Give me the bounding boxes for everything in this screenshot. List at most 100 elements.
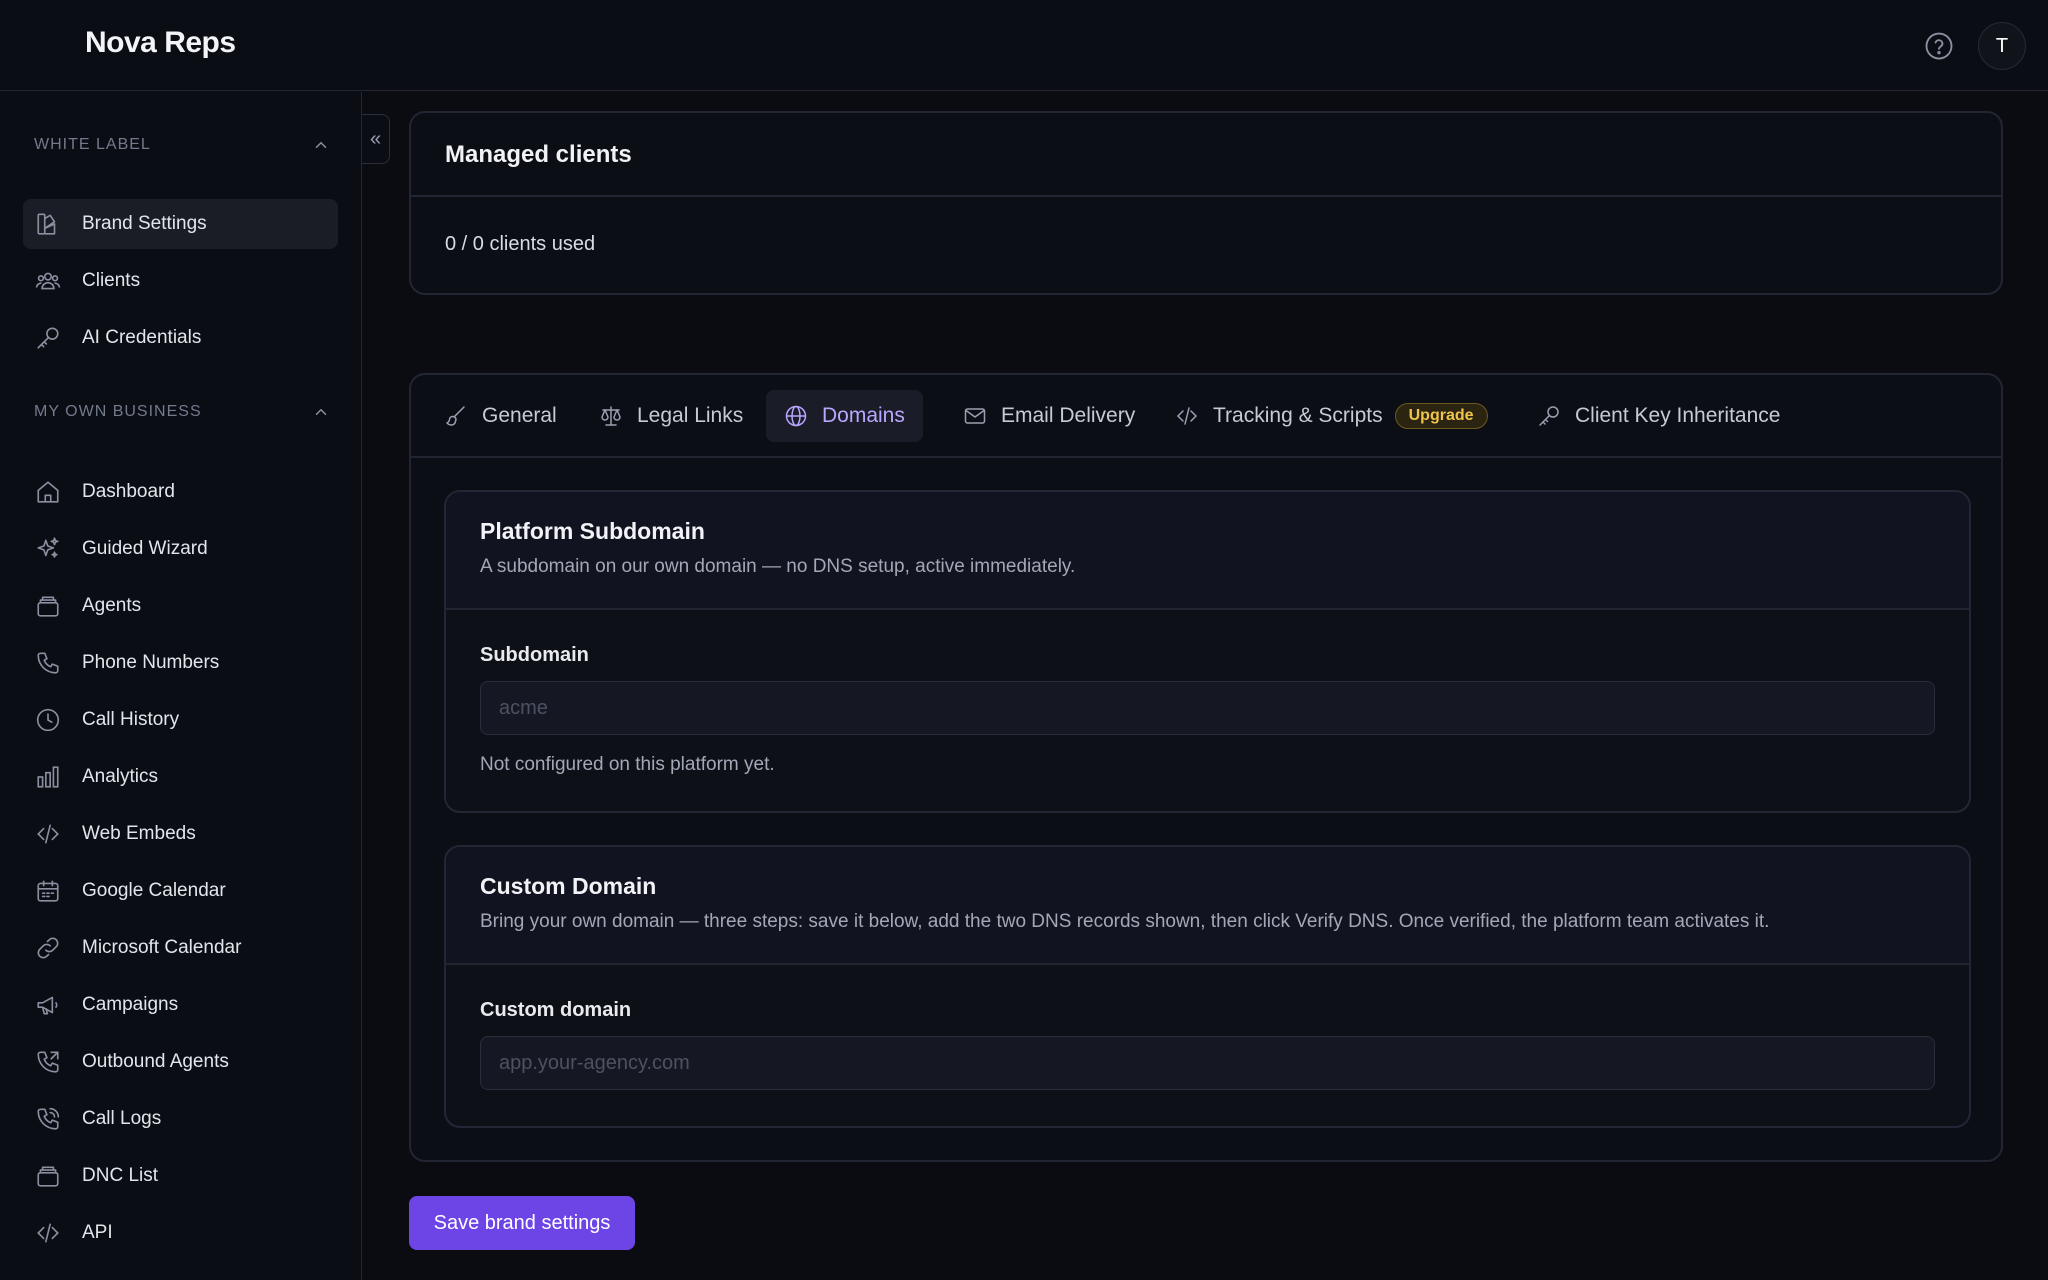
sidebar-item-guided-wizard[interactable]: Guided Wizard <box>23 524 338 574</box>
sidebar-item-label: Outbound Agents <box>82 1051 229 1072</box>
chevron-up-icon <box>315 408 327 415</box>
sidebar-item-label: API <box>82 1222 113 1243</box>
custom-domain-label: Custom domain <box>480 999 632 1021</box>
platform-subdomain-description: A subdomain on our own domain — no DNS s… <box>480 556 1076 577</box>
divider <box>446 608 1969 610</box>
sidebar-item-call-history[interactable]: Call History <box>23 695 338 745</box>
sidebar-item-brand-settings[interactable]: Brand Settings <box>23 199 338 249</box>
tab-label: Tracking & Scripts <box>1213 404 1383 427</box>
collapse-sidebar-button[interactable]: « <box>362 114 390 164</box>
section-header-white-label[interactable]: WHITE LABEL <box>34 130 330 160</box>
avatar[interactable]: T <box>1978 22 2026 70</box>
sidebar-item-web-embeds[interactable]: Web Embeds <box>23 809 338 859</box>
managed-clients-title: Managed clients <box>445 141 632 168</box>
sidebar-item-label: Call Logs <box>82 1108 162 1129</box>
tab-label: Legal Links <box>637 404 744 427</box>
sidebar-item-label: Clients <box>82 270 141 291</box>
users-icon <box>35 268 61 294</box>
custom-domain-description: Bring your own domain — three steps: sav… <box>480 911 1770 932</box>
sidebar-item-clients[interactable]: Clients <box>23 256 338 306</box>
phone-outgoing-icon <box>35 1049 61 1075</box>
home-icon <box>35 479 61 505</box>
app-logo[interactable]: Nova Reps <box>85 26 236 60</box>
subdomain-status-text: Not configured on this platform yet. <box>480 754 775 775</box>
sidebar-item-ai-credentials[interactable]: AI Credentials <box>23 313 338 363</box>
tab-domains[interactable]: Domains <box>766 390 923 442</box>
top-bar: Nova Reps T <box>0 0 2048 91</box>
brand-settings-card: General Legal Links Domains Email Delive… <box>409 373 2003 1162</box>
tab-label: Client Key Inheritance <box>1575 404 1781 427</box>
sidebar-item-label: Google Calendar <box>82 880 226 901</box>
tab-label: General <box>482 404 557 427</box>
divider <box>411 195 2001 197</box>
chevrons-left-icon: « <box>369 127 382 150</box>
tab-email-delivery[interactable]: Email Delivery <box>945 390 1153 442</box>
sidebar-item-label: AI Credentials <box>82 327 202 348</box>
sidebar-item-campaigns[interactable]: Campaigns <box>23 980 338 1030</box>
sidebar-item-label: Call History <box>82 709 180 730</box>
custom-domain-title: Custom Domain <box>480 873 657 899</box>
sparkles-icon <box>35 536 61 562</box>
sidebar-item-call-logs[interactable]: Call Logs <box>23 1094 338 1144</box>
sidebar-item-api[interactable]: API <box>23 1208 338 1258</box>
sidebar-item-label: DNC List <box>82 1165 159 1186</box>
card-header: Custom Domain Bring your own domain — th… <box>446 847 1969 963</box>
tab-general[interactable]: General <box>426 390 575 442</box>
divider <box>411 456 2001 458</box>
brush-icon <box>444 404 468 428</box>
managed-clients-card: Managed clients 0 / 0 clients used <box>409 111 2003 295</box>
upgrade-badge[interactable]: Upgrade <box>1394 403 1488 429</box>
chevron-up-icon <box>315 141 327 148</box>
platform-subdomain-card: Platform Subdomain A subdomain on our ow… <box>444 490 1971 813</box>
sidebar-item-analytics[interactable]: Analytics <box>23 752 338 802</box>
card-header: Platform Subdomain A subdomain on our ow… <box>446 492 1969 608</box>
key-icon <box>1537 404 1561 428</box>
section-title: WHITE LABEL <box>34 136 151 153</box>
clients-usage-text: 0 / 0 clients used <box>445 233 596 255</box>
sidebar-item-label: Web Embeds <box>82 823 196 844</box>
code-icon <box>1175 404 1199 428</box>
sidebar-item-label: Analytics <box>82 766 159 787</box>
sidebar-item-dashboard[interactable]: Dashboard <box>23 467 338 517</box>
tab-legal-links[interactable]: Legal Links <box>581 390 761 442</box>
subdomain-input[interactable] <box>480 681 1935 735</box>
platform-subdomain-title: Platform Subdomain <box>480 518 705 544</box>
tab-label: Domains <box>822 404 905 427</box>
help-icon[interactable] <box>1924 31 1954 61</box>
sidebar-item-agents[interactable]: Agents <box>23 581 338 631</box>
sidebar-item-outbound-agents[interactable]: Outbound Agents <box>23 1037 338 1087</box>
tab-client-key-inheritance[interactable]: Client Key Inheritance <box>1519 390 1798 442</box>
key-icon <box>35 325 61 351</box>
megaphone-icon <box>35 992 61 1018</box>
section-title: MY OWN BUSINESS <box>34 403 202 420</box>
code-icon <box>35 1220 61 1246</box>
calendar-icon <box>35 878 61 904</box>
tab-label: Email Delivery <box>1001 404 1136 427</box>
sidebar-item-label: Phone Numbers <box>82 652 220 673</box>
section-header-my-own-business[interactable]: MY OWN BUSINESS <box>34 397 330 427</box>
tab-tracking-scripts[interactable]: Tracking & Scripts Upgrade <box>1157 390 1506 442</box>
sidebar-item-label: Guided Wizard <box>82 538 208 559</box>
subdomain-label: Subdomain <box>480 644 589 666</box>
custom-domain-card: Custom Domain Bring your own domain — th… <box>444 845 1971 1128</box>
palette-icon <box>35 211 61 237</box>
clock-icon <box>35 707 61 733</box>
sidebar-item-google-calendar[interactable]: Google Calendar <box>23 866 338 916</box>
sidebar-item-microsoft-calendar[interactable]: Microsoft Calendar <box>23 923 338 973</box>
sidebar: WHITE LABEL Brand Settings Clients AI Cr… <box>0 92 362 1280</box>
sidebar-item-phone-numbers[interactable]: Phone Numbers <box>23 638 338 688</box>
phone-log-icon <box>35 1106 61 1132</box>
link-icon <box>35 935 61 961</box>
custom-domain-input[interactable] <box>480 1036 1935 1090</box>
sidebar-item-dnc-list[interactable]: DNC List <box>23 1151 338 1201</box>
phone-icon <box>35 650 61 676</box>
sidebar-item-label: Microsoft Calendar <box>82 937 242 958</box>
sidebar-item-label: Campaigns <box>82 994 179 1015</box>
save-brand-settings-button[interactable]: Save brand settings <box>409 1196 635 1250</box>
layers-icon <box>35 1163 61 1189</box>
layers-icon <box>35 593 61 619</box>
sidebar-item-label: Agents <box>82 595 142 616</box>
mail-icon <box>963 404 987 428</box>
sidebar-item-label: Brand Settings <box>82 213 207 234</box>
globe-icon <box>784 404 808 428</box>
